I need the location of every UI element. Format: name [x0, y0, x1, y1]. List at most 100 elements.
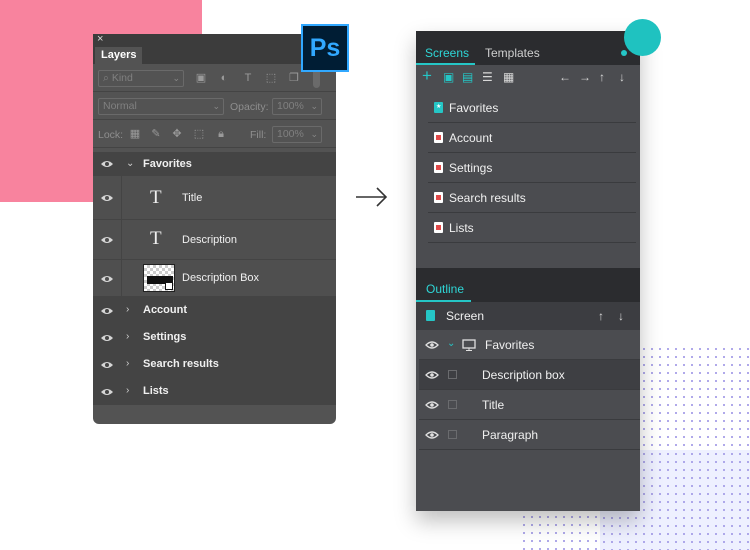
arrow-right-icon[interactable]: → — [579, 71, 591, 84]
outline-item-paragraph[interactable]: Paragraph — [419, 420, 640, 450]
lock-brush-icon[interactable]: ✎ — [150, 128, 162, 140]
fill-input[interactable]: 100% ⌄ — [272, 126, 322, 143]
eye-icon[interactable] — [100, 235, 114, 245]
screen-icon — [434, 162, 443, 173]
eye-icon[interactable] — [425, 430, 439, 440]
folder-add-icon[interactable]: ▤ — [462, 71, 473, 84]
chevron-down-icon[interactable]: ⌄ — [126, 158, 134, 169]
eye-icon[interactable] — [100, 333, 114, 343]
indent-divider — [121, 220, 122, 259]
layer-thumbnail — [143, 264, 175, 292]
type-filter-icon[interactable]: T — [242, 72, 254, 84]
arrow-down-icon[interactable]: ↓ — [619, 71, 625, 84]
desktop-icon — [462, 339, 476, 351]
adjustment-filter-icon[interactable]: ◐ — [218, 72, 230, 84]
eye-icon[interactable] — [100, 387, 114, 397]
eye-icon[interactable] — [100, 159, 114, 169]
chevron-down-icon: ⌄ — [212, 101, 220, 111]
outline-item-label: Paragraph — [482, 428, 539, 442]
screen-item-lists[interactable]: Lists — [428, 213, 636, 243]
smart-object-filter-icon[interactable]: ❐ — [288, 72, 300, 84]
layer-group-account[interactable]: › Account — [93, 297, 336, 324]
screen-label: Favorites — [449, 101, 499, 115]
layer-name: Title — [182, 192, 203, 204]
lock-all-icon[interactable]: 🔒︎ — [215, 128, 227, 140]
screen-item-settings[interactable]: Settings — [428, 153, 636, 183]
layer-name: Description — [182, 234, 238, 246]
layer-name: Account — [143, 304, 187, 316]
eye-icon[interactable] — [425, 370, 439, 380]
layer-description[interactable]: T Description — [93, 220, 336, 260]
arrow-up-icon[interactable]: ↑ — [599, 71, 605, 84]
chevron-right-icon[interactable]: › — [126, 358, 129, 369]
image-icon[interactable]: ▣ — [443, 71, 454, 84]
screen-item-account[interactable]: Account — [428, 123, 636, 153]
shape-filter-icon[interactable]: ⬚ — [265, 72, 277, 84]
opacity-input[interactable]: 100% ⌄ — [272, 98, 322, 115]
layer-name: Search results — [143, 358, 219, 370]
lock-transparent-icon[interactable]: ▦ — [129, 128, 141, 140]
kind-filter-select[interactable]: ⌕ Kind ⌄ — [98, 70, 184, 87]
arrow-down-icon[interactable]: ↓ — [618, 310, 624, 323]
screen-label: Account — [449, 131, 493, 145]
outline-item-label: Description box — [482, 368, 565, 382]
eye-icon[interactable] — [425, 340, 439, 350]
select-checkbox[interactable] — [448, 400, 457, 409]
eye-icon[interactable] — [100, 306, 114, 316]
arrow-up-icon[interactable]: ↑ — [598, 310, 604, 323]
lock-artboard-icon[interactable]: ⬚ — [193, 128, 205, 140]
screens-panel: Screens Templates + ▣ ▤ ☰ ▦ ← → ↑ ↓ ★ Fa… — [416, 31, 640, 511]
pixel-filter-icon[interactable]: ▣ — [195, 72, 207, 84]
fill-value: 100% — [277, 128, 304, 140]
chevron-right-icon[interactable]: › — [126, 304, 129, 315]
select-checkbox[interactable] — [448, 430, 457, 439]
tab-layers[interactable]: Layers — [95, 47, 143, 64]
eye-icon[interactable] — [100, 274, 114, 284]
select-checkbox[interactable] — [448, 370, 457, 379]
eye-icon[interactable] — [100, 193, 114, 203]
lock-row: Lock: ▦ ✎ ✥ ⬚ 🔒︎ Fill: 100% ⌄ — [93, 120, 336, 148]
layer-group-settings[interactable]: › Settings — [93, 324, 336, 351]
chevron-down-icon: ⌄ — [310, 101, 318, 111]
outline-item-label: Favorites — [485, 338, 535, 352]
close-icon[interactable]: × — [97, 34, 103, 45]
list-icon[interactable]: ☰ — [482, 71, 493, 84]
outline-item-favorites[interactable]: ⌄ Favorites — [419, 330, 640, 360]
indent-divider — [121, 260, 122, 296]
screen-item-search-results[interactable]: Search results — [428, 183, 636, 213]
kind-filter-label: Kind — [111, 72, 133, 84]
tab-templates[interactable]: Templates — [485, 46, 540, 60]
blend-mode-select[interactable]: Normal ⌄ — [98, 98, 224, 115]
outline-header: Screen ↑ ↓ — [416, 302, 640, 330]
chevron-right-icon[interactable]: › — [126, 385, 129, 396]
lock-position-icon[interactable]: ✥ — [171, 128, 183, 140]
screen-icon — [434, 192, 443, 203]
layer-title[interactable]: T Title — [93, 176, 336, 220]
layer-description-box[interactable]: Description Box — [93, 260, 336, 297]
screen-icon — [434, 132, 443, 143]
tab-screens[interactable]: Screens — [425, 46, 469, 60]
outline-tab-bar: Outline — [416, 268, 640, 302]
chevron-down-icon: ⌄ — [172, 73, 180, 83]
layer-group-lists[interactable]: › Lists — [93, 378, 336, 405]
chevron-down-icon[interactable]: ⌄ — [447, 338, 455, 349]
shape-layer-badge-icon — [165, 282, 173, 290]
arrow-left-icon[interactable]: ← — [559, 71, 571, 84]
chevron-right-icon[interactable]: › — [126, 331, 129, 342]
outline-item-description-box[interactable]: Description box — [419, 360, 640, 390]
screen-label: Lists — [449, 221, 474, 235]
eye-icon[interactable] — [425, 400, 439, 410]
grid-icon[interactable]: ▦ — [503, 71, 514, 84]
layer-group-favorites[interactable]: ⌄ Favorites — [93, 152, 336, 176]
outline-header-label: Screen — [446, 309, 485, 323]
add-icon[interactable]: + — [422, 67, 432, 84]
screen-item-favorites[interactable]: ★ Favorites — [428, 93, 636, 123]
tab-outline[interactable]: Outline — [426, 282, 464, 296]
screen-label: Search results — [449, 191, 526, 205]
layer-group-search-results[interactable]: › Search results — [93, 351, 336, 378]
indent-divider — [121, 176, 122, 219]
star-icon: ★ — [436, 104, 442, 110]
layer-name: Settings — [143, 331, 187, 343]
eye-icon[interactable] — [100, 360, 114, 370]
outline-item-title[interactable]: Title — [419, 390, 640, 420]
